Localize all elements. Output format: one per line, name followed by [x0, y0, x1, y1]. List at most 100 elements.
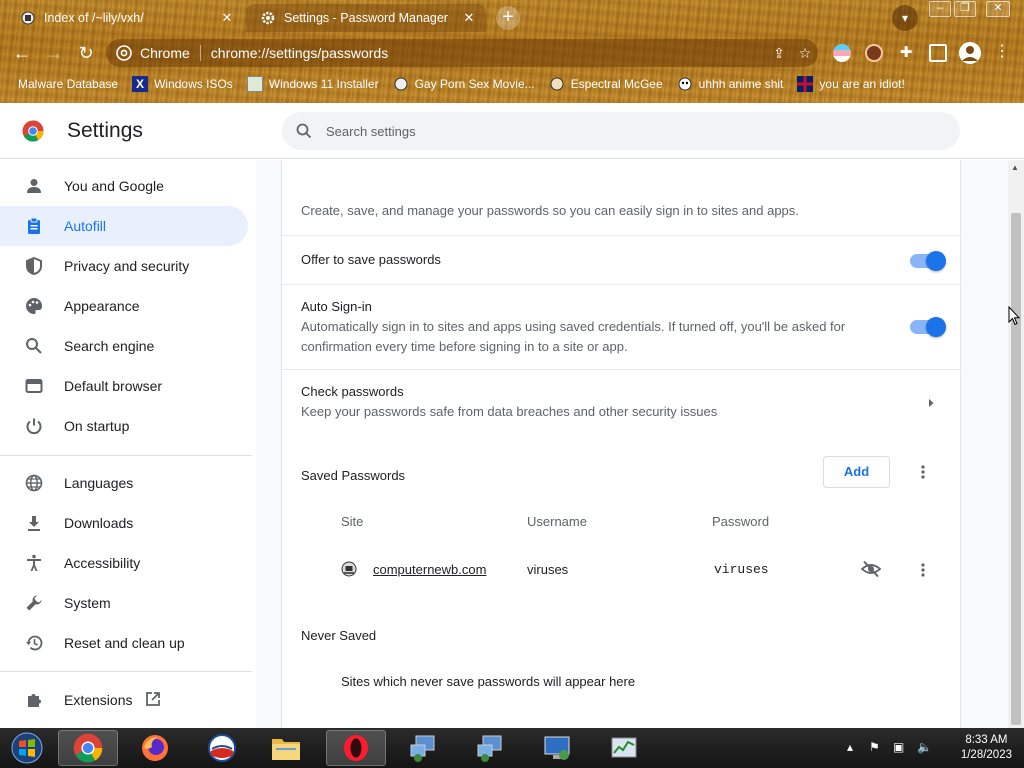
minimize-button[interactable]: –	[929, 1, 951, 17]
auto-signin-toggle[interactable]	[910, 317, 946, 337]
taskbar-network-app-1[interactable]	[393, 730, 453, 766]
taskbar-firefox[interactable]	[125, 730, 185, 766]
action-center-flag-icon[interactable]: ⚑	[869, 740, 880, 754]
scrollbar[interactable]: ▲	[1008, 160, 1024, 728]
sidebar-item-reset-and-clean-up[interactable]: Reset and clean up	[0, 623, 248, 663]
sidebar-item-downloads[interactable]: Downloads	[0, 503, 248, 543]
server-icon	[393, 76, 409, 92]
network-icon[interactable]: ▣	[893, 740, 904, 754]
search-input[interactable]	[326, 123, 960, 139]
close-tab-icon[interactable]: ✕	[218, 9, 236, 27]
maximize-button[interactable]: ❐	[954, 1, 976, 17]
url-text[interactable]: chrome://settings/passwords	[201, 45, 766, 61]
saved-passwords-more-icon[interactable]	[911, 460, 935, 484]
bookmark-item[interactable]: Windows 11 Installer	[246, 76, 379, 92]
sidebar-item-label: Accessibility	[64, 555, 141, 571]
profile-avatar-icon[interactable]	[959, 42, 981, 64]
bookmark-label: Malware Database	[18, 77, 119, 91]
star-icon[interactable]: ☆	[792, 45, 818, 62]
more-menu-icon[interactable]: ⋮	[994, 44, 1010, 62]
visibility-off-icon[interactable]	[860, 560, 882, 583]
taskbar-network-app-2[interactable]	[460, 730, 520, 766]
scroll-thumb[interactable]	[1011, 213, 1021, 725]
tab-settings-password-manager[interactable]: Settings - Password Manager ✕	[246, 4, 486, 32]
volume-icon[interactable]: 🔈	[917, 740, 932, 754]
close-window-button[interactable]: ✕	[986, 1, 1010, 17]
search-settings-box[interactable]	[282, 112, 960, 150]
bookmark-item[interactable]: you are an idiot!	[797, 76, 905, 92]
bookmark-item[interactable]: X Windows ISOs	[132, 76, 233, 92]
sidebar-item-search-engine[interactable]: Search engine	[0, 326, 248, 366]
settings-header: Settings	[0, 103, 1024, 159]
bookmark-item[interactable]: Malware Database	[18, 77, 118, 91]
start-button[interactable]	[0, 730, 54, 766]
reload-button[interactable]: ↻	[73, 40, 99, 66]
sidebar-item-extensions[interactable]: Extensions	[0, 680, 248, 720]
address-bar[interactable]: Chrome chrome://settings/passwords ⇪ ☆	[106, 39, 818, 67]
mouse-cursor-icon	[1008, 305, 1021, 331]
sidebar-item-on-startup[interactable]: On startup	[0, 406, 248, 446]
sidebar-item-default-browser[interactable]: Default browser	[0, 366, 248, 406]
bookmark-item[interactable]: Gay Porn Sex Movie...	[393, 76, 535, 92]
taskbar-opera[interactable]	[326, 730, 386, 766]
add-password-button[interactable]: Add	[823, 456, 890, 488]
system-clock[interactable]: 8:33 AM 1/28/2023	[961, 733, 1012, 763]
offer-to-save-label: Offer to save passwords	[301, 252, 441, 267]
clock-time: 8:33 AM	[965, 734, 1008, 746]
new-tab-button[interactable]: +	[496, 6, 520, 30]
check-passwords-row[interactable]: Check passwords Keep your passwords safe…	[282, 370, 961, 426]
sidebar-item-autofill[interactable]: Autofill	[0, 206, 248, 246]
offer-to-save-toggle[interactable]	[910, 251, 946, 271]
check-passwords-description: Keep your passwords safe from data breac…	[301, 404, 718, 419]
scroll-up-arrow-icon[interactable]: ▲	[1011, 163, 1019, 172]
sidebar-item-privacy-and-security[interactable]: Privacy and security	[0, 246, 248, 286]
bookmark-item[interactable]: Espectral McGee	[549, 76, 663, 92]
auto-signin-description-2: confirmation every time before signing i…	[301, 339, 628, 354]
performance-monitor-icon	[611, 737, 637, 758]
site-chip[interactable]: Chrome	[106, 45, 201, 61]
divider	[282, 284, 961, 285]
search-icon	[282, 123, 326, 139]
sidebar-item-accessibility[interactable]: Accessibility	[0, 543, 248, 583]
search-icon	[0, 337, 64, 355]
globe-icon	[0, 474, 64, 492]
auto-signin-label: Auto Sign-in	[301, 299, 372, 314]
back-button[interactable]: ←	[9, 40, 35, 66]
tab-index-of-lily[interactable]: Index of /~lily/vxh/ ✕	[6, 4, 244, 32]
person-icon	[0, 177, 64, 195]
chrome-icon	[73, 733, 103, 763]
saved-passwords-heading: Saved Passwords	[301, 468, 406, 483]
sidebar-item-you-and-google[interactable]: You and Google	[0, 166, 248, 206]
obama-logo-icon	[208, 734, 236, 762]
download-icon	[0, 514, 64, 532]
site-chip-label: Chrome	[140, 45, 190, 61]
extension-flag-icon[interactable]	[833, 44, 851, 62]
extension-avatar-icon[interactable]	[865, 44, 883, 62]
character-icon	[549, 76, 565, 92]
forward-button[interactable]: →	[41, 40, 67, 66]
taskbar-obama-app[interactable]	[192, 730, 252, 766]
share-icon[interactable]: ⇪	[766, 45, 792, 62]
back-arrow-icon: ←	[13, 42, 31, 63]
puzzle-icon	[0, 691, 64, 709]
show-hidden-icons-icon[interactable]: ▴	[847, 740, 853, 754]
close-tab-icon[interactable]: ✕	[460, 9, 478, 27]
bookmark-item[interactable]: uhhh anime shit	[677, 76, 783, 92]
side-panel-icon[interactable]	[929, 44, 947, 62]
site-link[interactable]: computernewb.com	[373, 562, 486, 577]
sidebar-item-system[interactable]: System	[0, 583, 248, 623]
taskbar-remote-desktop[interactable]	[527, 730, 587, 766]
shield-icon	[0, 257, 64, 275]
sidebar-item-label: Appearance	[64, 298, 140, 314]
tab-search-button[interactable]: ▾	[892, 5, 918, 31]
sidebar-item-appearance[interactable]: Appearance	[0, 286, 248, 326]
taskbar-file-explorer[interactable]	[256, 730, 316, 766]
forward-arrow-icon: →	[45, 42, 63, 63]
password-row-more-icon[interactable]	[911, 558, 935, 582]
sidebar-item-languages[interactable]: Languages	[0, 463, 248, 503]
taskbar-task-manager[interactable]	[594, 730, 654, 766]
site-favicon-icon	[341, 561, 357, 582]
puzzle-icon[interactable]: ✚	[897, 44, 915, 62]
taskbar-chrome[interactable]	[58, 730, 118, 766]
chrome-logo-icon	[22, 120, 44, 142]
